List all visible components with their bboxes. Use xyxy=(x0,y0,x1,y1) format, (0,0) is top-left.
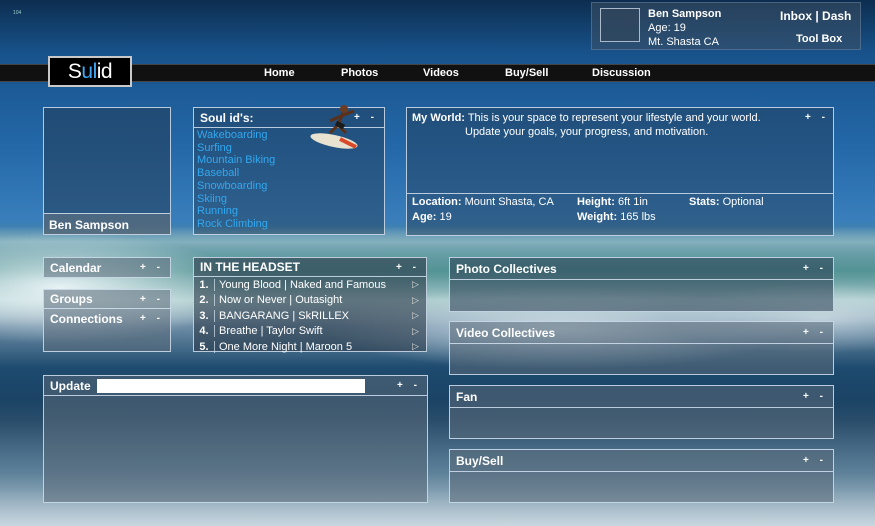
buysell-controls[interactable]: + - xyxy=(803,455,827,466)
logo-id: id xyxy=(96,59,113,83)
video-collectives-panel: Video Collectives + - xyxy=(449,321,834,375)
groups-connections-panel: Groups + - Connections + - xyxy=(43,289,171,352)
play-icon[interactable]: ▷ xyxy=(412,310,426,321)
soul-id-link[interactable]: Skiing xyxy=(194,193,384,206)
soul-id-link[interactable]: Baseball xyxy=(194,167,384,180)
video-collectives-controls[interactable]: + - xyxy=(803,327,827,338)
my-world-title: My World: xyxy=(412,112,465,124)
calendar-title: Calendar xyxy=(50,260,102,275)
track-row[interactable]: 5. One More Night | Maroon 5 ▷ xyxy=(194,339,426,355)
calendar-controls[interactable]: + - xyxy=(140,262,164,273)
soul-id-link[interactable]: Snowboarding xyxy=(194,180,384,193)
calendar-panel[interactable]: Calendar + - xyxy=(43,257,171,278)
my-world-intro: My World: This is your space to represen… xyxy=(412,112,761,124)
profile-age: Age: 19 xyxy=(648,22,686,34)
corner-text: 104 xyxy=(13,10,22,16)
play-icon[interactable]: ▷ xyxy=(412,295,426,306)
photo-collectives-controls[interactable]: + - xyxy=(803,263,827,274)
profile-name: Ben Sampson xyxy=(648,8,722,20)
play-icon[interactable]: ▷ xyxy=(412,279,426,290)
nav-discussion[interactable]: Discussion xyxy=(592,67,651,79)
headset-tracklist: 1. Young Blood | Naked and Famous ▷ 2. Now … xyxy=(194,277,426,355)
buysell-panel: Buy/Sell + - xyxy=(449,449,834,503)
location-field: Location: Mount Shasta, CA xyxy=(412,196,554,208)
connections-title[interactable]: Connections xyxy=(50,312,123,326)
logo-s: S xyxy=(67,59,82,83)
headset-title: IN THE HEADSET xyxy=(200,260,301,274)
update-input[interactable] xyxy=(96,378,365,393)
groups-controls[interactable]: + - xyxy=(140,294,164,305)
photo-collectives-panel: Photo Collectives + - xyxy=(449,257,834,312)
my-world-line2: Update your goals, your progress, and mo… xyxy=(465,126,709,138)
headset-controls[interactable]: + - xyxy=(396,262,420,273)
track-row[interactable]: 1. Young Blood | Naked and Famous ▷ xyxy=(194,277,426,293)
update-panel: Update + - xyxy=(43,375,428,503)
profile-summary: Ben Sampson Age: 19 Mt. Shasta CA Inbox … xyxy=(591,2,861,50)
profile-location: Mt. Shasta CA xyxy=(648,36,719,48)
soul-ids-title: Soul id's: xyxy=(200,110,254,125)
track-row[interactable]: 2. Now or Never | Outasight ▷ xyxy=(194,293,426,309)
track-row[interactable]: 4. Breathe | Taylor Swift ▷ xyxy=(194,324,426,340)
age-field: Age: 19 xyxy=(412,211,452,223)
nav-home[interactable]: Home xyxy=(264,67,295,79)
my-world-controls[interactable]: + - xyxy=(805,112,829,123)
play-icon[interactable]: ▷ xyxy=(412,326,426,337)
photo-collectives-title[interactable]: Photo Collectives xyxy=(456,262,557,276)
soul-id-link[interactable]: Running xyxy=(194,205,384,218)
my-world-panel: My World: This is your space to represen… xyxy=(406,107,834,236)
update-controls[interactable]: + - xyxy=(397,380,421,391)
update-title: Update xyxy=(50,378,91,393)
my-world-line1: This is your space to represent your lif… xyxy=(467,112,761,124)
toolbox-link[interactable]: Tool Box xyxy=(796,33,842,45)
weight-field: Weight: 165 lbs xyxy=(577,211,656,223)
soul-id-link[interactable]: Mountain Biking xyxy=(194,154,384,167)
soul-id-link[interactable]: Rock Climbing xyxy=(194,218,384,231)
buysell-title[interactable]: Buy/Sell xyxy=(456,454,503,468)
fan-controls[interactable]: + - xyxy=(803,391,827,402)
play-icon[interactable]: ▷ xyxy=(412,341,426,352)
profile-thumbnail[interactable] xyxy=(600,8,640,42)
nav-photos[interactable]: Photos xyxy=(341,67,378,79)
soul-id-logo[interactable]: Sul id xyxy=(48,56,132,87)
track-row[interactable]: 3. BANGARANG | SkRILLEX ▷ xyxy=(194,308,426,324)
stats-field: Stats: Optional xyxy=(689,196,764,208)
surfer-image xyxy=(310,105,358,149)
inbox-dash-link[interactable]: Inbox | Dash xyxy=(780,9,851,23)
fan-title[interactable]: Fan xyxy=(456,390,477,404)
connections-controls[interactable]: + - xyxy=(140,313,164,324)
avatar-panel[interactable]: Ben Sampson xyxy=(43,107,171,235)
headset-panel: IN THE HEADSET + - 1. Young Blood | Naked… xyxy=(193,257,427,355)
nav-buysell[interactable]: Buy/Sell xyxy=(505,67,548,79)
fan-panel: Fan + - xyxy=(449,385,834,439)
video-collectives-title[interactable]: Video Collectives xyxy=(456,326,555,340)
groups-title[interactable]: Groups xyxy=(50,292,93,306)
height-field: Height: 6ft 1in xyxy=(577,196,648,208)
avatar-name: Ben Sampson xyxy=(44,213,170,234)
nav-videos[interactable]: Videos xyxy=(423,67,459,79)
logo-ul: ul xyxy=(81,59,97,83)
